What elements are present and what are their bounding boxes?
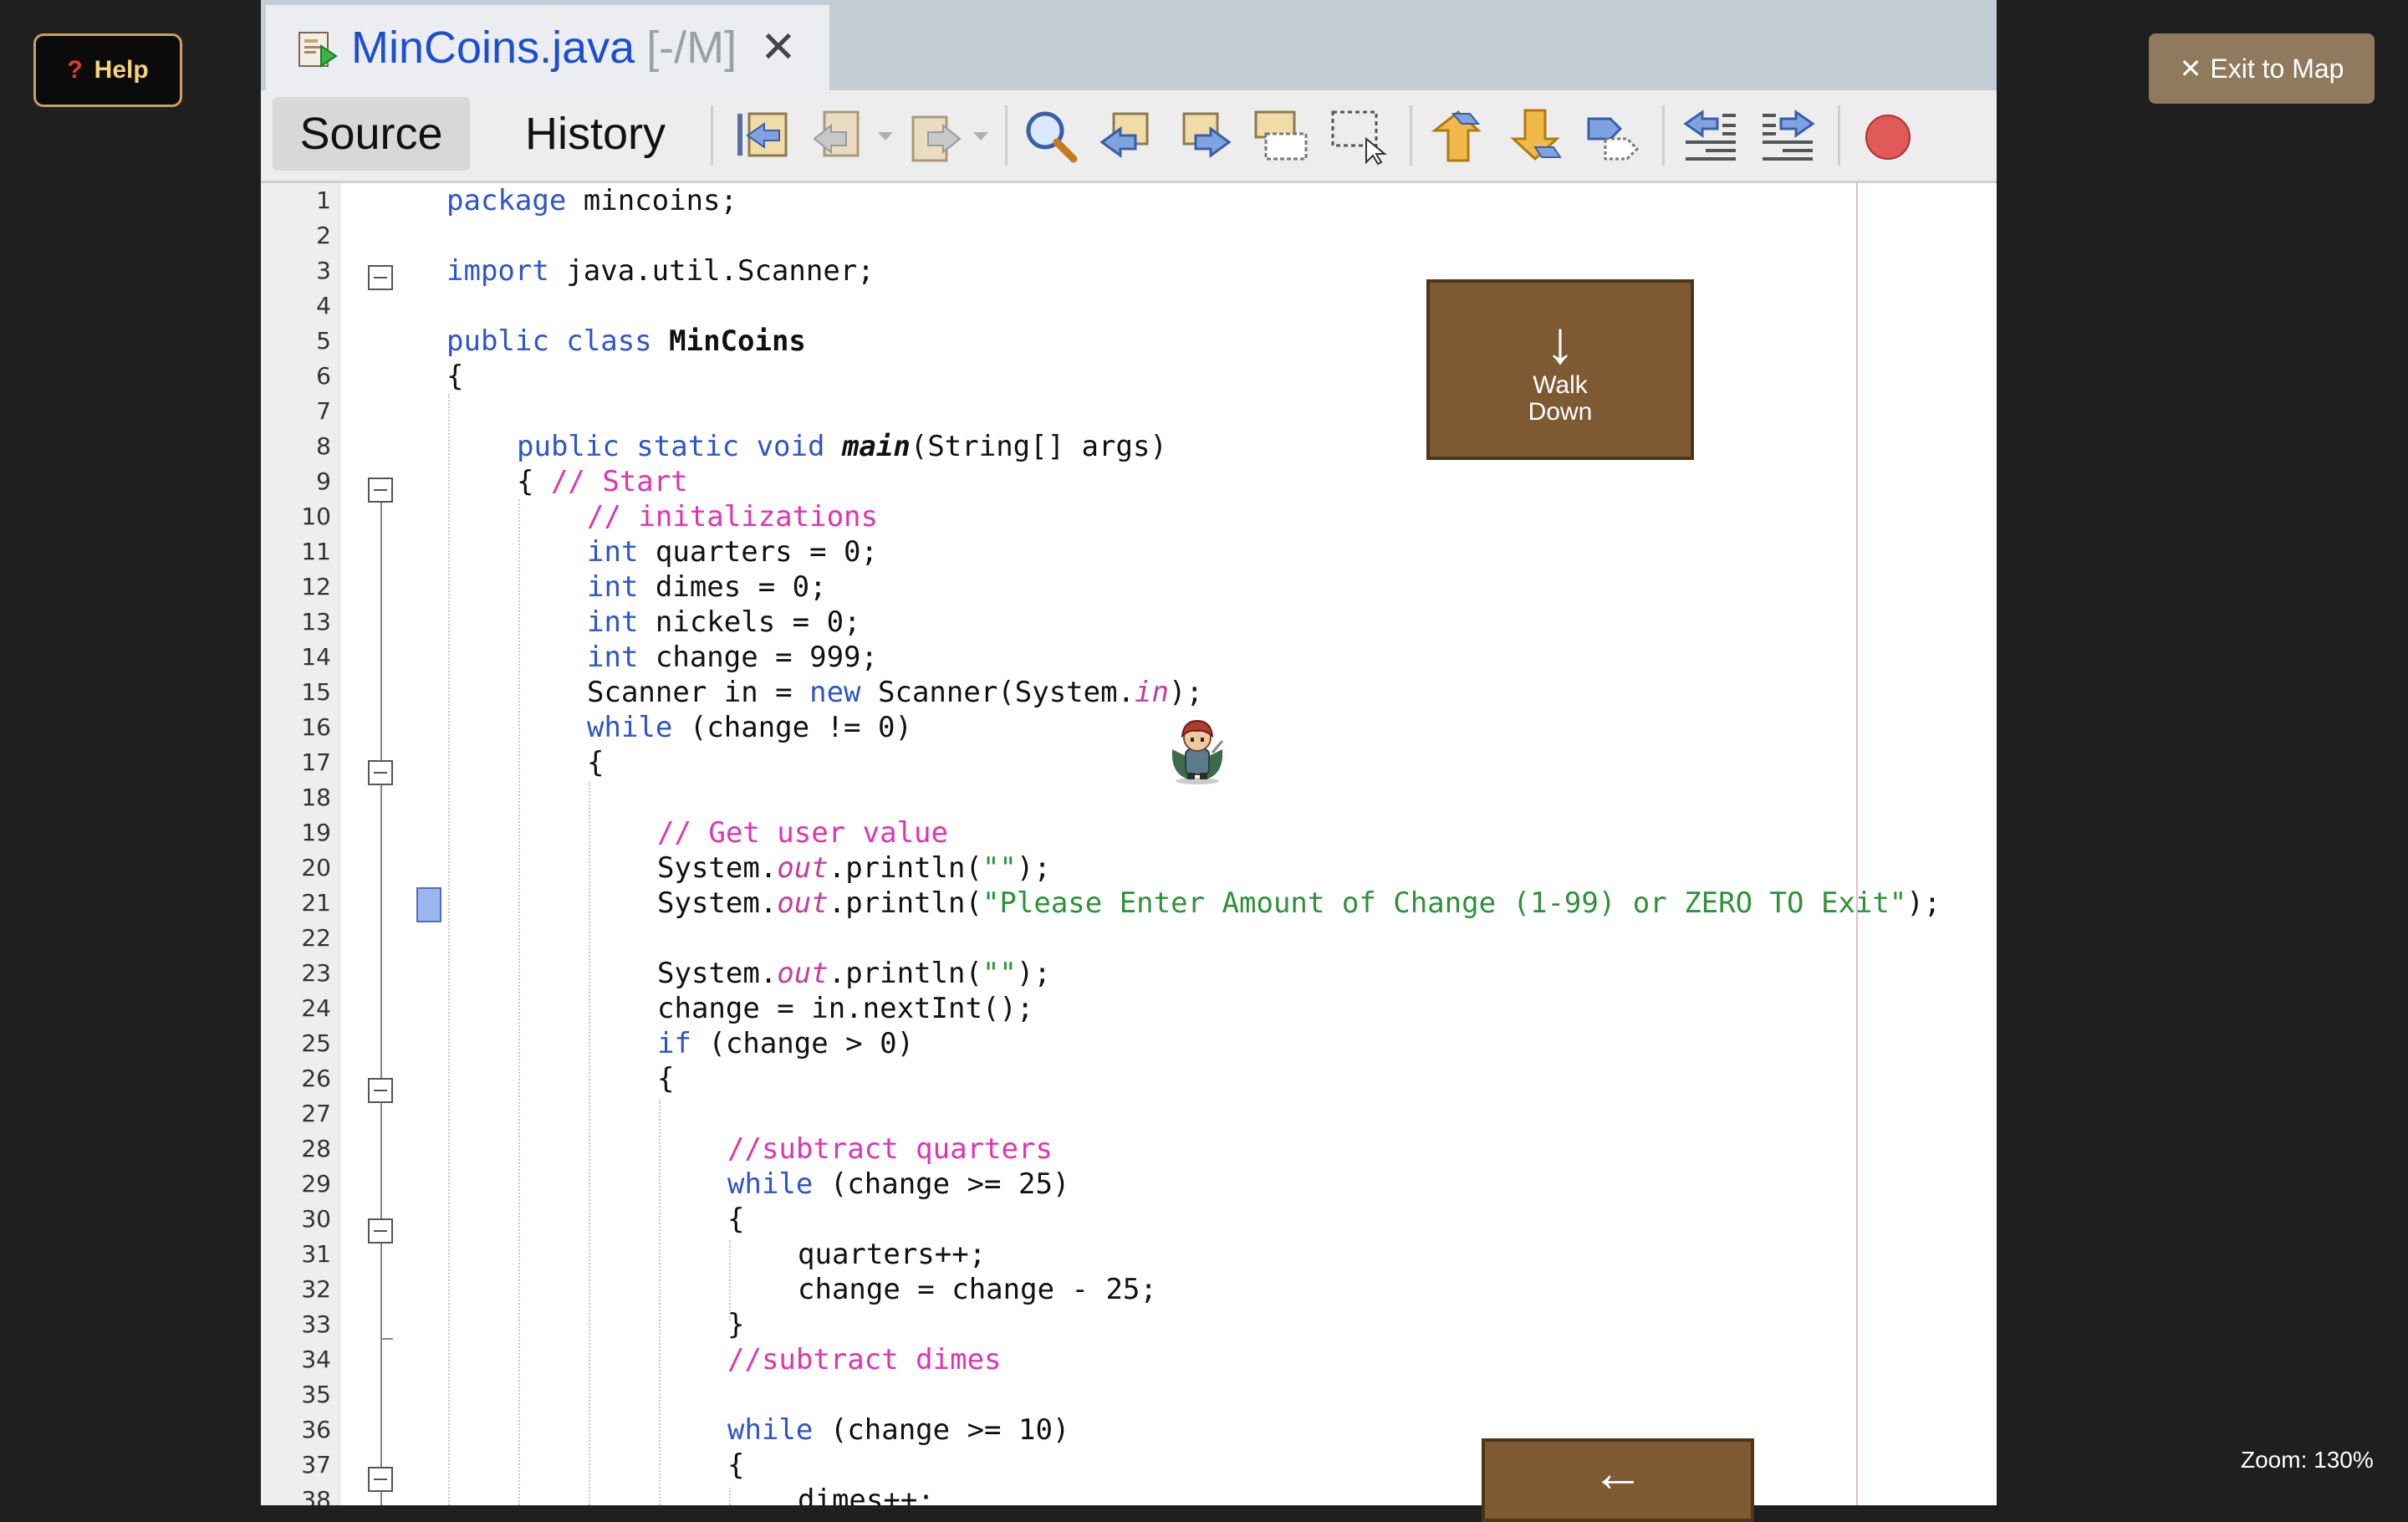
exit-label: Exit to Map: [2210, 53, 2344, 84]
tab-file-path: [-/M]: [646, 23, 737, 73]
find-icon[interactable]: [1020, 105, 1080, 166]
code-line-3: import java.util.Scanner;: [446, 254, 875, 288]
find-previous-icon[interactable]: [1097, 105, 1157, 166]
code-line-28: //subtract quarters: [727, 1132, 1053, 1166]
toolbar-divider: [1005, 105, 1008, 166]
help-label: Help: [94, 56, 149, 84]
forward-icon[interactable]: [905, 105, 965, 166]
arrow-left-icon: ←: [1591, 1443, 1645, 1503]
ide-screen: MinCoins.java [-/M] ✕ Source History 1 2…: [261, 0, 1997, 1505]
code-editor[interactable]: 1 2 3 4 5 6 7 8 9 10 11 12 13 14 15 16 17 18 19 20 21 22 23 24 2…: [261, 183, 1997, 1505]
tab-close-icon[interactable]: ✕: [760, 23, 797, 73]
code-line-6: {: [446, 360, 464, 393]
tab-file-name: MinCoins.java: [351, 23, 635, 73]
last-edit-icon[interactable]: [732, 105, 793, 166]
code-line-8: public static void main(String[] args): [517, 430, 1167, 463]
editor-tab-bar: MinCoins.java [-/M] ✕: [261, 0, 1997, 90]
code-line-17: {: [587, 746, 605, 779]
code-line-33: }: [727, 1308, 745, 1341]
shift-right-icon[interactable]: [1758, 105, 1818, 166]
tab-source[interactable]: Source: [273, 97, 470, 171]
code-line-16: while (change != 0): [587, 711, 912, 744]
code-line-12: int dimes = 0;: [587, 570, 827, 604]
code-line-36: while (change >= 10): [727, 1413, 1070, 1447]
toggle-highlight-icon[interactable]: [1251, 105, 1311, 166]
code-line-20: System.out.println("");: [657, 851, 1051, 885]
tab-history[interactable]: History: [487, 97, 704, 171]
code-line-24: change = in.nextInt();: [657, 992, 1034, 1025]
walk-label-line1: Walk: [1533, 371, 1588, 399]
player-character: [1164, 716, 1231, 784]
toolbar-divider: [711, 105, 713, 166]
walk-label-line2: Down: [1528, 398, 1593, 426]
java-file-icon: [296, 26, 339, 69]
code-text: package mincoins; import java.util.Scann…: [261, 183, 1997, 1505]
code-line-19: // Get user value: [657, 816, 948, 850]
previous-bookmark-icon[interactable]: [1428, 105, 1488, 166]
code-line-31: quarters++;: [798, 1238, 987, 1271]
record-macro-icon[interactable]: [1858, 105, 1918, 166]
code-line-30: {: [727, 1203, 745, 1236]
shift-left-icon[interactable]: [1681, 105, 1741, 166]
arrow-down-icon: ↓: [1545, 309, 1575, 376]
walk-down-button[interactable]: ↓ Walk Down: [1426, 279, 1694, 460]
next-bookmark-icon[interactable]: [1505, 105, 1565, 166]
chevron-down-icon[interactable]: [873, 105, 898, 166]
rectangular-select-icon[interactable]: [1328, 105, 1388, 166]
back-icon[interactable]: [809, 105, 870, 166]
help-button[interactable]: ? Help: [33, 33, 182, 107]
code-line-26: {: [657, 1062, 675, 1096]
code-line-15: Scanner in = new Scanner(System.in);: [587, 676, 1203, 709]
code-line-11: int quarters = 0;: [587, 535, 878, 569]
find-next-icon[interactable]: [1174, 105, 1234, 166]
code-line-14: int change = 999;: [587, 641, 878, 674]
code-line-1: package mincoins;: [446, 184, 737, 217]
code-line-5: public class MinCoins: [446, 324, 806, 358]
code-line-13: int nickels = 0;: [587, 605, 861, 639]
code-line-23: System.out.println("");: [657, 957, 1051, 990]
code-line-9: { // Start: [517, 465, 688, 498]
toggle-bookmark-icon[interactable]: [1582, 105, 1642, 166]
walk-left-button[interactable]: ←: [1482, 1438, 1754, 1522]
editor-tab-mincoins[interactable]: MinCoins.java [-/M] ✕: [266, 5, 829, 90]
code-line-32: change = change - 25;: [798, 1273, 1157, 1306]
chevron-down-icon[interactable]: [968, 105, 993, 166]
question-icon: ?: [67, 56, 83, 84]
code-line-34: //subtract dimes: [727, 1343, 1002, 1376]
code-line-38: dimes++;: [798, 1484, 935, 1505]
code-line-37: {: [727, 1448, 745, 1482]
code-line-25: if (change > 0): [657, 1027, 915, 1060]
zoom-level: Zoom: 130%: [2241, 1447, 2374, 1473]
code-line-10: // initalizations: [587, 500, 878, 534]
exit-to-map-button[interactable]: ✕ Exit to Map: [2149, 33, 2375, 104]
code-line-21: System.out.println("Please Enter Amount …: [657, 886, 1941, 920]
close-icon: ✕: [2179, 54, 2202, 84]
code-line-29: while (change >= 25): [727, 1167, 1070, 1201]
